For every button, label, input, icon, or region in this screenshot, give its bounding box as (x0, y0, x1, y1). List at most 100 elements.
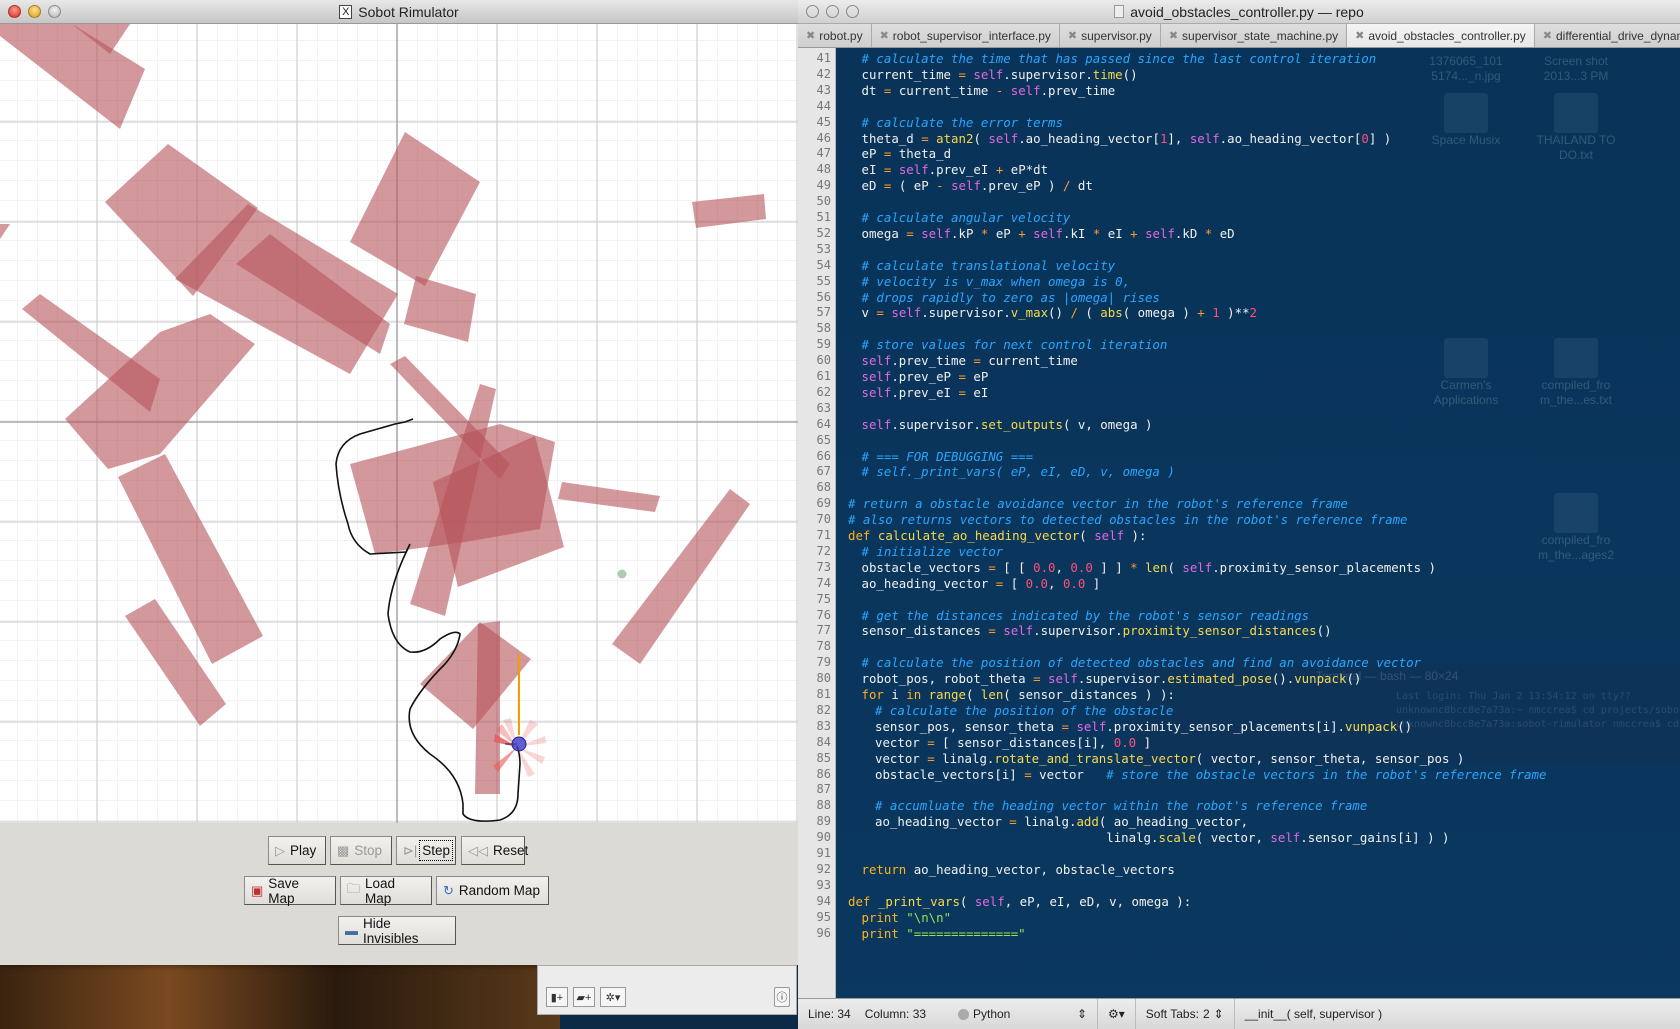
desktop-item-label: compiled_fro m_the...ages2 (1537, 533, 1615, 562)
code-line[interactable]: eP = theta_d (862, 145, 952, 162)
code-editor[interactable]: 1376065_101 5174..._n.jpg Screen shot 201… (836, 48, 1680, 998)
tab-robot-supervisor-interface-py[interactable]: ✖ robot_supervisor_interface.py (871, 24, 1060, 47)
simulator-window: X Sobot Rimulator ▷ Play ▩ Stop ⊳| Step … (0, 0, 798, 965)
save-map-button[interactable]: ▣ Save Map (244, 876, 336, 906)
code-line[interactable]: obstacle_vectors = [ [ 0.0, 0.0 ] ] * le… (862, 559, 1437, 576)
code-line[interactable]: # return a obstacle avoidance vector in … (848, 495, 1348, 512)
reset-button[interactable]: ◁◁ Reset (461, 836, 528, 865)
code-line[interactable]: # calculate the position of detected obs… (862, 654, 1422, 671)
code-line[interactable]: # accumluate the heading vector within t… (875, 797, 1367, 814)
code-line[interactable]: self.prev_eP = eP (862, 368, 989, 385)
code-line[interactable]: obstacle_vectors[i] = vector # store the… (875, 766, 1546, 783)
gear-menu-button[interactable]: ✲▾ (600, 987, 626, 1007)
line-number: 44 (816, 98, 831, 113)
code-line[interactable]: current_time = self.supervisor.time() (862, 66, 1138, 83)
code-line[interactable]: # === FOR DEBUGGING === (862, 448, 1034, 465)
code-line[interactable]: theta_d = atan2( self.ao_heading_vector[… (862, 130, 1392, 147)
new-file-button[interactable]: ▮+ (546, 987, 568, 1007)
play-button[interactable]: ▷ Play (268, 836, 326, 865)
code-line[interactable]: # velocity is v_max when omega is 0, (862, 273, 1131, 290)
code-line[interactable]: dt = current_time - self.prev_time (862, 82, 1116, 99)
zoom-window-button[interactable] (846, 5, 859, 18)
code-line[interactable]: # calculate the position of the obstacle (875, 702, 1173, 719)
code-line[interactable]: self.supervisor.set_outputs( v, omega ) (862, 416, 1153, 433)
minimize-window-button[interactable] (28, 5, 41, 18)
code-line[interactable]: ao_heading_vector = [ 0.0, 0.0 ] (862, 575, 1101, 592)
minimize-window-button[interactable] (826, 5, 839, 18)
code-line[interactable]: robot_pos, robot_theta = self.supervisor… (862, 670, 1362, 687)
close-tab-icon[interactable]: ✖ (806, 29, 815, 42)
code-line[interactable]: def _print_vars( self, eP, eI, eD, v, om… (848, 893, 1191, 910)
code-line[interactable]: return ao_heading_vector, obstacle_vecto… (862, 861, 1175, 878)
stop-button[interactable]: ▩ Stop (330, 836, 392, 865)
soft-tabs-selector[interactable]: Soft Tabs: 2 ⇕ (1136, 999, 1235, 1029)
close-tab-icon[interactable]: ✖ (1355, 29, 1364, 42)
code-line[interactable]: vector = linalg.rotate_and_translate_vec… (875, 750, 1464, 767)
editor-titlebar[interactable]: avoid_obstacles_controller.py — repo (798, 0, 1680, 24)
code-line[interactable]: # also returns vectors to detected obsta… (848, 511, 1408, 528)
close-tab-icon[interactable]: ✖ (880, 29, 889, 42)
code-line[interactable]: # calculate the time that has passed sin… (862, 50, 1377, 67)
close-tab-icon[interactable]: ✖ (1068, 29, 1077, 42)
line-number: 69 (816, 496, 831, 511)
button-label: Stop (354, 843, 383, 858)
code-line[interactable]: self.prev_eI = eI (862, 384, 989, 401)
tab-supervisor-state-machine-py[interactable]: ✖ supervisor_state_machine.py (1160, 24, 1348, 47)
language-selector[interactable]: Python ⇕ (948, 999, 1098, 1029)
hide-invisibles-button[interactable]: ▬ Hide Invisibles (338, 916, 456, 946)
code-line[interactable]: ao_heading_vector = linalg.add( ao_headi… (875, 813, 1248, 830)
line-number: 41 (816, 51, 831, 65)
line-number: 59 (816, 337, 831, 352)
line-number: 48 (816, 162, 831, 177)
code-line[interactable]: sensor_distances = self.supervisor.proxi… (862, 622, 1332, 639)
line-number: 96 (816, 925, 831, 940)
code-line[interactable]: v = self.supervisor.v_max() / ( abs( ome… (862, 304, 1258, 321)
desktop-item-label: THAILAND TO DO.txt (1536, 133, 1616, 162)
load-map-button[interactable]: 🗀 Load Map (340, 876, 432, 906)
code-line[interactable]: # store values for next control iteratio… (862, 336, 1168, 353)
new-folder-button[interactable]: ▰+ (573, 987, 595, 1007)
step-icon: ⊳| (403, 842, 418, 858)
info-button[interactable]: ⓘ (774, 987, 790, 1007)
robot[interactable] (511, 736, 527, 752)
goal-marker (617, 569, 627, 579)
code-line[interactable]: eD = ( eP - self.prev_eP ) / dt (862, 177, 1093, 194)
close-window-button[interactable] (806, 5, 819, 18)
code-line[interactable]: self.prev_time = current_time (862, 352, 1078, 369)
close-window-button[interactable] (8, 5, 21, 18)
zoom-window-button[interactable] (48, 5, 61, 18)
code-line[interactable]: def calculate_ao_heading_vector( self ): (848, 527, 1146, 544)
line-number: 76 (816, 607, 831, 622)
code-line[interactable]: # initialize vector (862, 543, 1004, 560)
step-button[interactable]: ⊳| Step (396, 836, 456, 865)
symbol-selector[interactable]: __init__( self, supervisor ) (1235, 999, 1392, 1029)
simulation-canvas[interactable] (0, 24, 798, 823)
code-line[interactable]: # self._print_vars( eP, eI, eD, v, omega… (862, 463, 1175, 480)
code-line[interactable]: sensor_pos, sensor_theta = self.proximit… (875, 718, 1412, 735)
simulator-titlebar[interactable]: X Sobot Rimulator (0, 0, 798, 24)
tab-avoid-obstacles-controller-py[interactable]: ✖ avoid_obstacles_controller.py (1347, 24, 1535, 47)
code-line[interactable]: omega = self.kP * eP + self.kI * eI + se… (862, 225, 1235, 242)
code-line[interactable]: print "\n\n" (862, 909, 952, 926)
tab-differential-drive-dynamics-py[interactable]: ✖ differential_drive_dynamics.py (1534, 24, 1680, 47)
code-line[interactable]: # calculate the error terms (862, 114, 1063, 131)
code-line[interactable]: # drops rapidly to zero as |omega| rises (862, 289, 1160, 306)
line-number: 80 (816, 671, 831, 686)
tab-robot-py[interactable]: ✖ robot.py (798, 24, 872, 47)
code-line[interactable]: # calculate angular velocity (862, 209, 1071, 226)
bundle-gear-menu[interactable]: ⚙▾ (1098, 999, 1136, 1029)
code-line[interactable]: vector = [ sensor_distances[i], 0.0 ] (875, 734, 1151, 751)
info-icon: ⓘ (776, 992, 788, 1004)
random-map-button[interactable]: ↻ Random Map (436, 876, 549, 905)
code-line[interactable]: print "==============" (862, 925, 1026, 942)
close-tab-icon[interactable]: ✖ (1169, 29, 1178, 42)
code-line[interactable]: eI = self.prev_eI + eP*dt (862, 161, 1049, 178)
code-line[interactable]: # get the distances indicated by the rob… (862, 607, 1310, 624)
close-tab-icon[interactable]: ✖ (1543, 29, 1552, 42)
code-line[interactable]: linalg.scale( vector, self.sensor_gains[… (875, 829, 1449, 846)
code-line[interactable]: for i in range( len( sensor_distances ) … (862, 686, 1175, 703)
code-line[interactable]: # calculate translational velocity (862, 257, 1116, 274)
tab-supervisor-py[interactable]: ✖ supervisor.py (1059, 24, 1161, 47)
folder-icon (1444, 338, 1488, 378)
line-number: 58 (816, 321, 831, 336)
